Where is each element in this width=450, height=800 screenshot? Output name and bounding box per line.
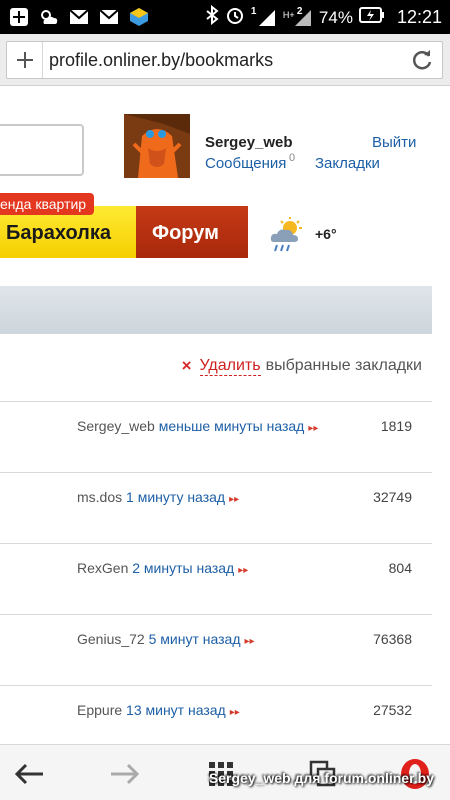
post-author[interactable]: RexGen bbox=[77, 560, 128, 576]
temperature: +6° bbox=[315, 226, 337, 242]
browser-bottom-bar: Sergey_web для forum.onliner.by bbox=[0, 744, 450, 800]
post-time-link[interactable]: 2 минуты назад bbox=[132, 560, 234, 576]
url-text[interactable]: profile.onliner.by/bookmarks bbox=[49, 50, 273, 71]
post-count: 76368 bbox=[373, 631, 412, 647]
section-header-band bbox=[0, 286, 432, 334]
app-notification-icon bbox=[128, 6, 150, 28]
system-icons: 1 H+ 2 74% 12:21 bbox=[205, 4, 442, 30]
post-count: 32749 bbox=[373, 489, 412, 505]
list-item: Sergey_web меньше минуты назад ▸▸ 1819 bbox=[0, 401, 432, 472]
avatar[interactable] bbox=[124, 114, 190, 178]
go-to-post-icon[interactable]: ▸▸ bbox=[245, 636, 255, 647]
post-count: 27532 bbox=[373, 702, 412, 718]
url-field[interactable]: profile.onliner.by/bookmarks bbox=[6, 41, 443, 79]
messages-link[interactable]: Сообщения bbox=[205, 155, 286, 172]
delete-icon[interactable]: × bbox=[182, 356, 192, 376]
post-author[interactable]: Genius_72 bbox=[77, 631, 145, 647]
signal-sim2-icon: H+ 2 bbox=[283, 6, 313, 28]
post-author[interactable]: Sergey_web bbox=[77, 418, 155, 434]
battery-percent: 74% bbox=[318, 7, 353, 27]
add-notification-icon bbox=[8, 6, 30, 28]
list-item: ms.dos 1 минуту назад ▸▸ 32749 bbox=[0, 472, 432, 543]
clock: 12:21 bbox=[396, 7, 442, 27]
battery-charging-icon bbox=[358, 7, 385, 28]
go-to-post-icon[interactable]: ▸▸ bbox=[230, 707, 240, 718]
weather-rain-icon[interactable] bbox=[268, 216, 308, 256]
notification-icons bbox=[8, 6, 150, 28]
weather-notification-icon bbox=[38, 6, 60, 28]
delete-selected-bookmarks: × Удалить выбранные закладки bbox=[182, 356, 422, 376]
list-item: Genius_72 5 минут назад ▸▸ 76368 bbox=[0, 614, 432, 685]
post-time-link[interactable]: меньше минуты назад bbox=[159, 418, 305, 434]
status-bar: 1 H+ 2 74% 12:21 bbox=[0, 0, 450, 34]
back-arrow-icon[interactable] bbox=[12, 757, 46, 791]
post-time-link[interactable]: 13 минут назад bbox=[126, 702, 226, 718]
new-tab-plus-icon[interactable] bbox=[7, 42, 43, 78]
rent-apartments-tag[interactable]: енда квартир bbox=[0, 193, 95, 215]
post-time-link[interactable]: 1 минуту назад bbox=[126, 489, 225, 505]
reload-icon[interactable] bbox=[410, 48, 434, 72]
signal-sim1-icon: 1 bbox=[251, 6, 277, 28]
forward-arrow-icon[interactable] bbox=[108, 757, 142, 791]
post-count: 1819 bbox=[380, 418, 412, 434]
mail-icon-2 bbox=[98, 6, 120, 28]
go-to-post-icon[interactable]: ▸▸ bbox=[238, 565, 248, 576]
mail-icon bbox=[68, 6, 90, 28]
post-author[interactable]: ms.dos bbox=[77, 489, 122, 505]
logout-link[interactable]: Выйти bbox=[372, 134, 416, 151]
watermark-text: Sergey_web для forum.onliner.by bbox=[208, 770, 434, 786]
post-time-link[interactable]: 5 минут назад bbox=[149, 631, 241, 647]
go-to-post-icon[interactable]: ▸▸ bbox=[308, 423, 318, 434]
delete-description: выбранные закладки bbox=[265, 357, 422, 374]
bookmarks-link[interactable]: Закладки bbox=[315, 155, 380, 172]
alarm-icon bbox=[225, 5, 245, 30]
nav-forum[interactable]: Форум bbox=[136, 206, 248, 258]
browser-address-bar: profile.onliner.by/bookmarks bbox=[0, 34, 450, 86]
bluetooth-icon bbox=[205, 4, 219, 30]
delete-link[interactable]: Удалить bbox=[199, 357, 261, 376]
messages-count: 0 bbox=[289, 152, 296, 164]
list-item: RexGen 2 минуты назад ▸▸ 804 bbox=[0, 543, 432, 614]
site-search-input[interactable] bbox=[0, 124, 84, 176]
go-to-post-icon[interactable]: ▸▸ bbox=[229, 494, 239, 505]
post-count: 804 bbox=[388, 560, 412, 576]
bookmarks-list: Sergey_web меньше минуты назад ▸▸ 1819 ms… bbox=[0, 401, 432, 756]
post-author[interactable]: Eppure bbox=[77, 702, 122, 718]
username[interactable]: Sergey_web bbox=[205, 134, 293, 151]
